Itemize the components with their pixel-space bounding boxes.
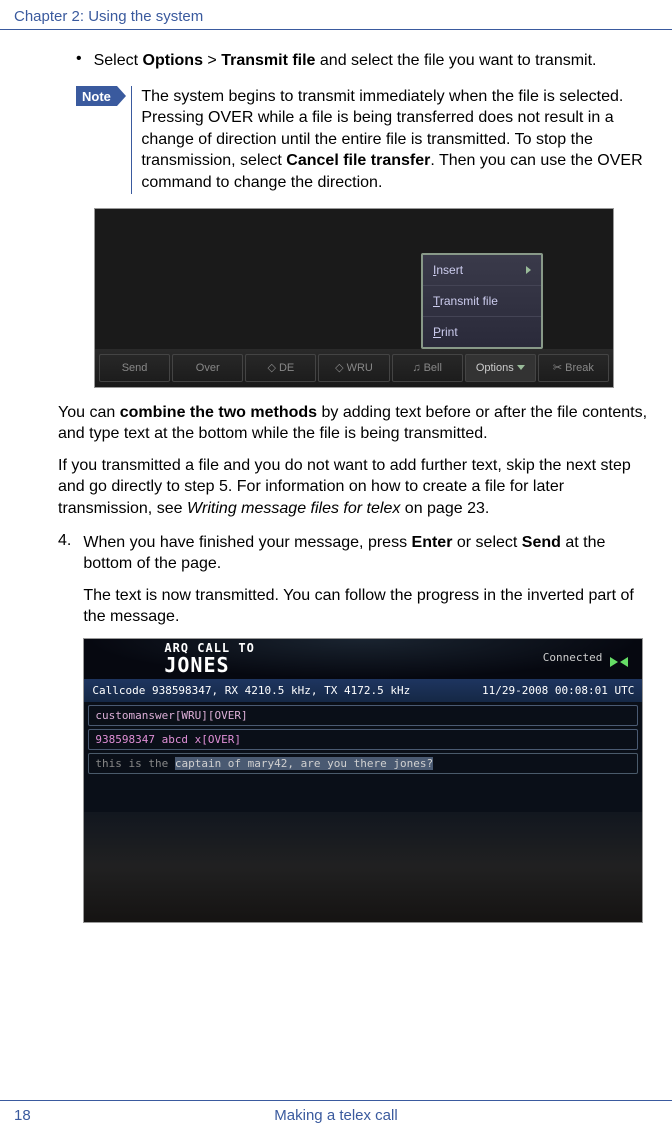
page-content: • Select Options > Transmit file and sel…: [0, 30, 672, 923]
underline: P: [433, 325, 441, 339]
text-bold: Enter: [412, 534, 453, 551]
step4-note: The text is now transmitted. You can fol…: [83, 585, 654, 628]
scissors-icon: ✂: [553, 361, 562, 374]
wru-button[interactable]: ◇ WRU: [318, 354, 389, 382]
text: DE: [279, 362, 294, 374]
text: nsert: [436, 263, 463, 277]
diamond-icon: ◇: [335, 361, 343, 374]
options-popup-menu: Insert Transmit file Print: [421, 253, 543, 349]
background-image: [84, 812, 642, 922]
text: Break: [565, 362, 594, 374]
signal-icon: [610, 647, 634, 671]
connected-label: Connected: [543, 651, 603, 664]
bell-button[interactable]: ♫ Bell: [392, 354, 463, 382]
chapter-header: Chapter 2: Using the system: [0, 0, 672, 30]
note-text: The system begins to transmit immediatel…: [141, 86, 654, 194]
message-line-3: this is the captain of mary42, are you t…: [88, 753, 638, 774]
message-line-2: 938598347 abcd x[OVER]: [88, 729, 638, 750]
menu-item-print[interactable]: Print: [423, 317, 541, 347]
call-title-line2: JONES: [164, 653, 254, 677]
chevron-right-icon: [526, 266, 531, 274]
text-bold: Send: [522, 534, 561, 551]
text: this is the: [95, 757, 174, 770]
screenshot-options-menu: Insert Transmit file Print Send Over ◇ DE…: [94, 208, 614, 388]
step-4: 4. When you have finished your message, …: [58, 532, 654, 923]
screenshot-arq-call: ARQ CALL TO JONES Connected Callcode 938…: [83, 638, 643, 923]
text: rint: [441, 325, 458, 339]
text: >: [203, 52, 221, 69]
call-title: ARQ CALL TO JONES: [164, 641, 254, 677]
step4-instruction: When you have finished your message, pre…: [83, 532, 654, 575]
text: on page 23.: [400, 500, 489, 517]
step-body: When you have finished your message, pre…: [83, 532, 654, 923]
text: WRU: [347, 362, 373, 374]
paragraph-combine: You can combine the two methods by addin…: [58, 402, 654, 445]
note-tag: Note: [76, 86, 117, 106]
menu-item-transmit-file[interactable]: Transmit file: [423, 286, 541, 317]
de-button[interactable]: ◇ DE: [245, 354, 316, 382]
timestamp: 11/29-2008 00:08:01 UTC: [482, 684, 634, 697]
underline: T: [433, 294, 440, 308]
text-bold: Transmit file: [221, 52, 315, 69]
text: Bell: [424, 362, 442, 374]
text: ransmit file: [440, 294, 498, 308]
bottom-toolbar: Send Over ◇ DE ◇ WRU ♫ Bell Options ✂Break: [95, 349, 613, 387]
highlighted-text: captain of mary42, are you there jones?: [175, 757, 433, 770]
callcode-info: Callcode 938598347, RX 4210.5 kHz, TX 41…: [92, 684, 410, 697]
bullet-instruction: • Select Options > Transmit file and sel…: [76, 50, 654, 72]
chevron-down-icon: [517, 365, 525, 370]
send-button[interactable]: Send: [99, 354, 170, 382]
call-info-bar: Callcode 938598347, RX 4210.5 kHz, TX 41…: [84, 679, 642, 702]
over-button[interactable]: Over: [172, 354, 243, 382]
page-footer: 18 Making a telex call: [0, 1100, 672, 1130]
bullet-marker: •: [76, 50, 82, 72]
text: You can: [58, 404, 120, 421]
bell-icon: ♫: [412, 362, 420, 374]
paragraph-skip: If you transmitted a file and you do not…: [58, 455, 654, 520]
text-italic: Writing message files for telex: [187, 500, 400, 517]
step-number: 4.: [58, 532, 71, 923]
text-bold: Cancel file transfer: [286, 152, 430, 169]
text: or select: [452, 534, 521, 551]
diamond-icon: ◇: [267, 361, 275, 374]
text: Options: [476, 362, 514, 374]
text: and select the file you want to transmit…: [315, 52, 596, 69]
text-bold: combine the two methods: [120, 404, 317, 421]
break-button[interactable]: ✂Break: [538, 354, 609, 382]
screenshot-header: ARQ CALL TO JONES Connected: [84, 639, 642, 679]
menu-item-insert[interactable]: Insert: [423, 255, 541, 286]
options-button[interactable]: Options: [465, 354, 536, 382]
note-block: Note The system begins to transmit immed…: [76, 86, 654, 194]
text-bold: Options: [143, 52, 203, 69]
text: When you have finished your message, pre…: [83, 534, 411, 551]
bullet-text: Select Options > Transmit file and selec…: [94, 50, 597, 72]
footer-title: Making a telex call: [0, 1107, 672, 1124]
text: Select: [94, 52, 143, 69]
message-line-1: customanswer[WRU][OVER]: [88, 705, 638, 726]
